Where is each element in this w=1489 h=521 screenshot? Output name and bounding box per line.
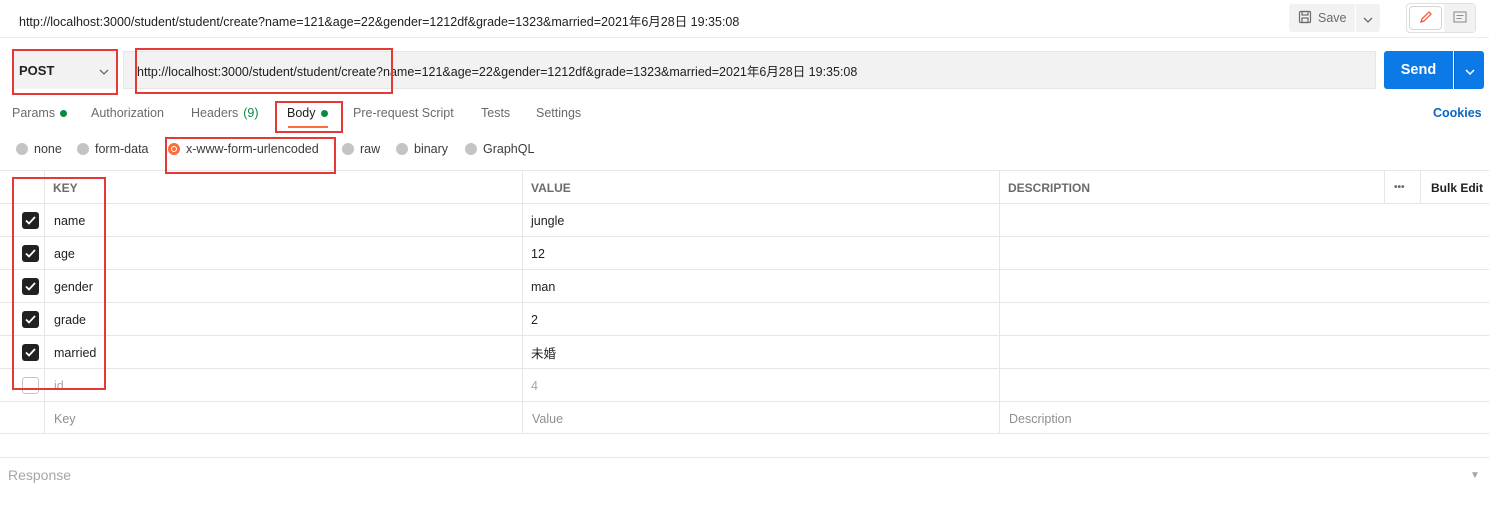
radio-binary[interactable]: binary xyxy=(396,142,448,156)
radio-label: raw xyxy=(360,142,381,156)
column-header-value: VALUE xyxy=(531,180,571,195)
bulk-edit-link[interactable]: Bulk Edit xyxy=(1431,171,1483,204)
row-key[interactable]: married xyxy=(54,336,96,369)
tab-params[interactable]: Params xyxy=(12,106,68,120)
tab-pre-request-script[interactable]: Pre-request Script xyxy=(353,106,454,120)
save-icon xyxy=(1298,10,1312,27)
radio-circle-selected xyxy=(168,143,180,155)
save-button[interactable]: Save xyxy=(1289,4,1355,32)
table-row: grade 2 xyxy=(0,302,1489,335)
row-value[interactable]: 2 xyxy=(531,303,538,336)
row-checkbox[interactable] xyxy=(22,311,39,328)
row-key[interactable]: gender xyxy=(54,270,93,303)
table-row: id 4 xyxy=(0,368,1489,401)
row-value[interactable]: jungle xyxy=(531,204,564,237)
tab-label: Tests xyxy=(481,106,511,120)
row-key[interactable]: age xyxy=(54,237,75,270)
radio-circle xyxy=(396,143,408,155)
request-tabs: Params Authorization Headers (9) Body Pre… xyxy=(0,100,1489,128)
view-toggle-group xyxy=(1406,3,1476,33)
tab-authorization[interactable]: Authorization xyxy=(91,106,164,120)
row-value[interactable]: 未婚 xyxy=(531,336,556,369)
row-value[interactable]: 4 xyxy=(531,369,538,402)
radio-circle xyxy=(16,143,28,155)
row-checkbox[interactable] xyxy=(22,344,39,361)
radio-raw[interactable]: raw xyxy=(342,142,380,156)
radio-x-www-form-urlencoded[interactable]: x-www-form-urlencoded xyxy=(168,142,319,156)
radio-graphql[interactable]: GraphQL xyxy=(465,142,534,156)
tab-headers[interactable]: Headers (9) xyxy=(191,106,259,120)
table-row: name jungle xyxy=(0,203,1489,236)
new-description-input[interactable]: Description xyxy=(1009,402,1072,435)
tab-count: (9) xyxy=(243,106,259,120)
document-icon xyxy=(1452,10,1467,26)
radio-circle xyxy=(77,143,89,155)
save-label: Save xyxy=(1318,11,1347,25)
table-row: married 未婚 xyxy=(0,335,1489,368)
row-checkbox[interactable] xyxy=(22,245,39,262)
cookies-link[interactable]: Cookies xyxy=(1433,106,1482,120)
tab-label: Params xyxy=(12,106,56,120)
active-tab-indicator xyxy=(288,126,328,128)
radio-label: none xyxy=(34,142,62,156)
save-dropdown-button[interactable] xyxy=(1356,4,1380,32)
column-header-description: DESCRIPTION xyxy=(1008,180,1091,195)
table-row-new: Key Value Description xyxy=(0,401,1489,434)
row-checkbox[interactable] xyxy=(22,377,39,394)
row-value[interactable]: man xyxy=(531,270,555,303)
row-checkbox[interactable] xyxy=(22,278,39,295)
radio-circle xyxy=(465,143,477,155)
row-key[interactable]: name xyxy=(54,204,85,237)
more-options-icon[interactable]: ••• xyxy=(1394,171,1405,204)
triangle-down-icon[interactable]: ▼ xyxy=(1470,470,1480,481)
radio-none[interactable]: none xyxy=(16,142,62,156)
documentation-mode-button[interactable] xyxy=(1444,4,1475,32)
table-row: age 12 xyxy=(0,236,1489,269)
status-dot xyxy=(320,109,328,117)
tab-label: Body xyxy=(287,106,316,120)
chevron-down-icon xyxy=(1363,11,1373,26)
radio-label: binary xyxy=(414,142,449,156)
radio-circle xyxy=(342,143,354,155)
radio-form-data[interactable]: form-data xyxy=(77,142,149,156)
url-input[interactable]: http://localhost:3000/student/student/cr… xyxy=(123,51,1376,89)
method-label: POST xyxy=(19,62,55,78)
row-value[interactable]: 12 xyxy=(531,237,545,270)
radio-label: x-www-form-urlencoded xyxy=(186,142,319,156)
send-dropdown-button[interactable] xyxy=(1454,51,1484,89)
response-label: Response xyxy=(8,467,72,483)
row-key[interactable]: grade xyxy=(54,303,86,336)
method-select[interactable]: POST xyxy=(13,51,117,89)
request-title-bar: http://localhost:3000/student/student/cr… xyxy=(0,0,1489,38)
tab-label: Headers xyxy=(191,106,239,120)
tab-tests[interactable]: Tests xyxy=(481,106,510,120)
new-value-input[interactable]: Value xyxy=(532,402,563,435)
tab-label: Pre-request Script xyxy=(353,106,454,120)
table-row: gender man xyxy=(0,269,1489,302)
send-button[interactable]: Send xyxy=(1384,51,1453,89)
radio-label: GraphQL xyxy=(483,142,535,156)
edit-mode-button[interactable] xyxy=(1409,6,1442,30)
body-type-radios: none form-data x-www-form-urlencoded raw… xyxy=(0,140,1489,160)
column-header-key: KEY xyxy=(53,180,78,195)
table-header-row: KEY VALUE DESCRIPTION ••• Bulk Edit xyxy=(0,170,1489,203)
tab-label: Settings xyxy=(536,106,582,120)
request-title[interactable]: http://localhost:3000/student/student/cr… xyxy=(19,11,739,30)
chevron-down-icon xyxy=(99,63,109,78)
row-key[interactable]: id xyxy=(54,369,64,402)
tab-label: Authorization xyxy=(91,106,164,120)
response-pane[interactable]: Response ▼ xyxy=(0,457,1489,491)
tab-body[interactable]: Body xyxy=(287,106,328,120)
radio-label: form-data xyxy=(95,142,149,156)
tab-settings[interactable]: Settings xyxy=(536,106,581,120)
pencil-icon xyxy=(1419,10,1433,27)
chevron-down-icon xyxy=(1464,63,1475,78)
new-key-input[interactable]: Key xyxy=(54,402,76,435)
status-dot xyxy=(60,109,68,117)
row-checkbox[interactable] xyxy=(22,212,39,229)
